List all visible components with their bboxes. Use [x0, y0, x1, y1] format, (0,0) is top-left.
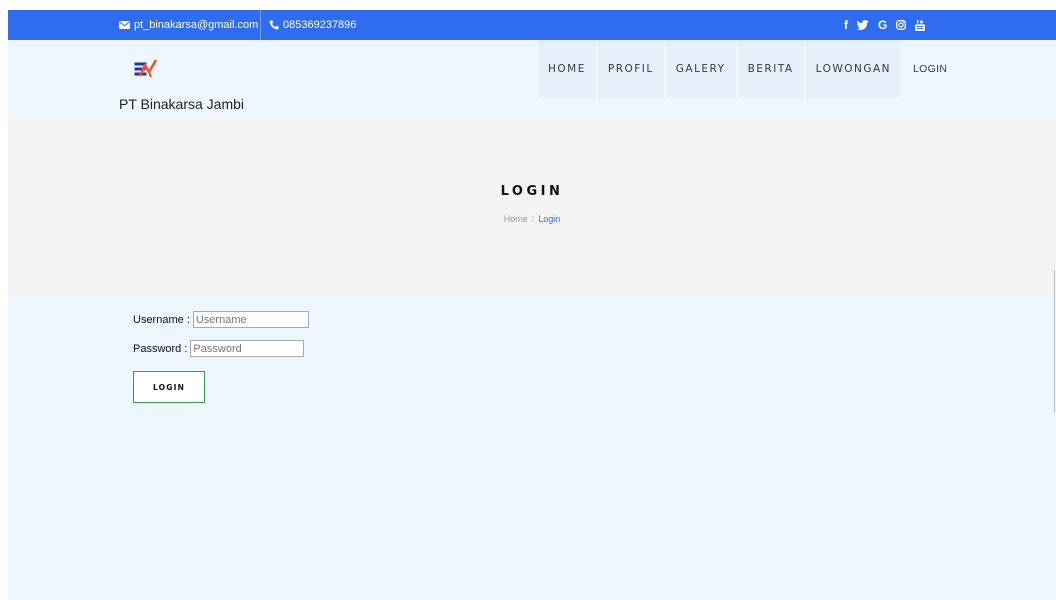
scrollbar-edge[interactable]	[1054, 270, 1055, 413]
brand-name[interactable]: PT Binakarsa Jambi	[119, 96, 244, 112]
password-input[interactable]	[190, 340, 305, 357]
main-nav: HOME PROFIL GALERY BERITA LOWONGAN LOGIN	[538, 40, 959, 98]
contact-email[interactable]: pt_binakarsa@gmail.com	[119, 10, 258, 40]
instagram-icon[interactable]	[896, 20, 907, 30]
social-links: f G	[844, 10, 926, 40]
page: pt_binakarsa@gmail.com 085369237896 f G	[8, 10, 1056, 600]
username-row: Username :	[133, 311, 309, 328]
twitter-icon[interactable]	[857, 20, 869, 30]
nav-item-login[interactable]: LOGIN	[903, 40, 957, 98]
contact-phone[interactable]: 085369237896	[269, 10, 356, 40]
breadcrumb: Home / Login	[8, 214, 1056, 224]
phone-icon	[269, 20, 279, 30]
breadcrumb-current: Login	[538, 214, 561, 224]
username-label: Username :	[133, 313, 190, 326]
top-bar: pt_binakarsa@gmail.com 085369237896 f G	[8, 10, 1056, 40]
topbar-divider	[260, 10, 261, 40]
brand-logo[interactable]	[134, 58, 158, 85]
youtube-icon[interactable]	[915, 19, 926, 31]
page-banner: LOGIN Home / Login	[8, 116, 1056, 295]
page-title: LOGIN	[500, 184, 564, 199]
nav-item-profil[interactable]: PROFIL	[597, 40, 664, 98]
email-text: pt_binakarsa@gmail.com	[134, 19, 259, 31]
nav-item-home[interactable]: HOME	[538, 40, 596, 98]
site-header: PT Binakarsa Jambi HOME PROFIL GALERY BE…	[8, 40, 1056, 116]
nav-item-galery[interactable]: GALERY	[665, 40, 736, 98]
facebook-icon[interactable]: f	[844, 19, 848, 31]
password-label: Password :	[133, 342, 188, 355]
envelope-icon	[119, 21, 130, 29]
breadcrumb-home-link[interactable]: Home	[504, 214, 528, 224]
password-row: Password :	[133, 340, 305, 357]
nav-item-berita[interactable]: BERITA	[737, 40, 804, 98]
login-submit-button[interactable]: LOGIN	[133, 371, 205, 403]
google-icon[interactable]: G	[878, 19, 887, 31]
nav-item-lowongan[interactable]: LOWONGAN	[805, 40, 902, 98]
phone-text: 085369237896	[283, 19, 357, 31]
breadcrumb-divider: /	[531, 214, 535, 224]
username-input[interactable]	[192, 311, 309, 328]
